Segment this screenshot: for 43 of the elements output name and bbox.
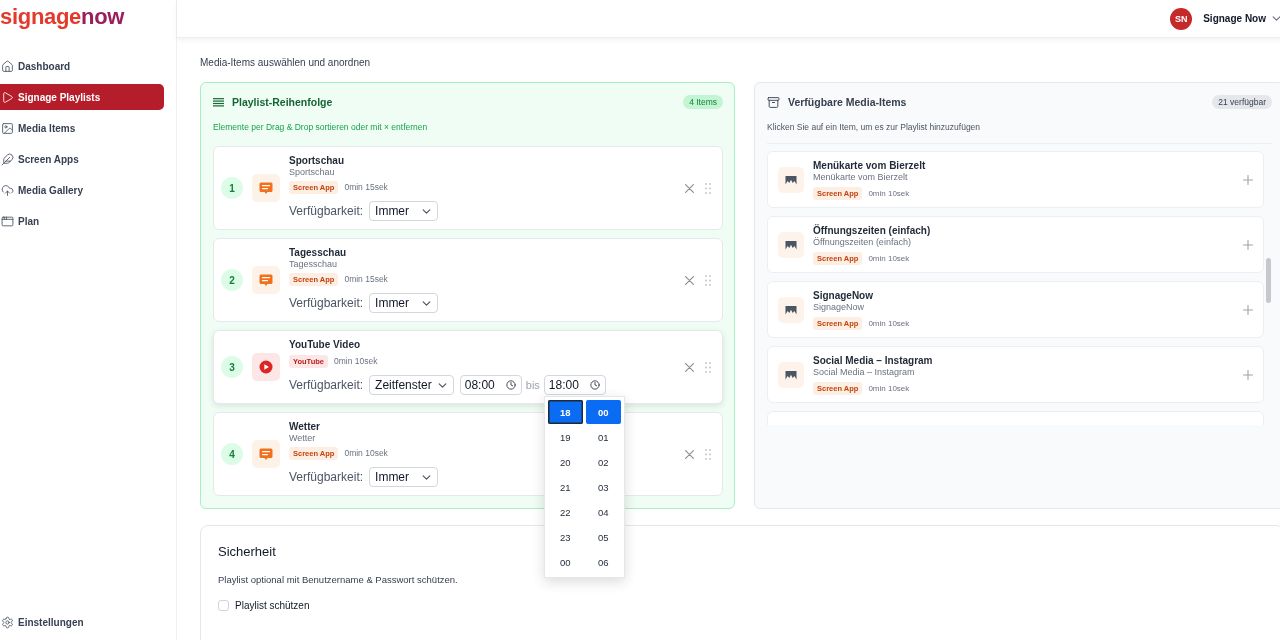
availability-label: Verfügbarkeit:: [289, 470, 364, 484]
item-title: Öffnungszeiten (einfach): [813, 224, 931, 236]
position-number: 1: [221, 177, 243, 199]
item-title: SignageNow: [813, 289, 873, 302]
panel-title: Playlist-Reihenfolge: [232, 96, 333, 108]
duration-text: 0min 10sek: [333, 356, 378, 366]
count-badge: 21 verfügbar: [1212, 95, 1272, 109]
duration-text: 0min 10sek: [868, 383, 910, 393]
checkbox-label: Playlist schützen: [235, 599, 310, 611]
panel-title: Verfügbare Media-Items: [788, 96, 907, 108]
item-title: Tagesschau: [289, 247, 347, 259]
item-title: Social Media – Instagram: [813, 354, 933, 367]
duration-text: 0min 15sek: [344, 182, 388, 192]
availability-label: Verfügbarkeit:: [289, 378, 364, 392]
item-title: YouTube Video: [289, 339, 361, 351]
item-subtitle: Tagesschau: [289, 259, 338, 270]
item-title: Sportschau: [289, 155, 344, 167]
count-badge: 4 Items: [683, 95, 723, 109]
duration-text: 0min 10sek: [868, 253, 910, 263]
position-number: 2: [221, 269, 243, 291]
item-subtitle: Menükarte vom Bierzelt: [813, 171, 908, 183]
position-number: 4: [221, 443, 243, 465]
item-subtitle: SignageNow: [813, 301, 865, 313]
item-subtitle: Sportschau: [289, 167, 335, 178]
section-title: Sicherheit: [218, 544, 276, 560]
item-title: Menükarte vom Bierzelt: [813, 159, 926, 172]
separator-text: bis: [525, 379, 540, 391]
item-subtitle: Öffnungszeiten (einfach): [813, 236, 911, 248]
section-description: Playlist optional mit Benutzername & Passwort schützen.: [218, 574, 458, 586]
duration-text: 0min 10sek: [868, 318, 910, 328]
item-subtitle: Wetter: [289, 433, 316, 444]
item-subtitle: Social Media – Instagram: [813, 366, 915, 378]
position-number: 3: [221, 356, 243, 378]
section-label: Media-Items auswählen und anordnen: [200, 57, 371, 69]
item-title: Wetter: [289, 421, 320, 433]
availability-label: Verfügbarkeit:: [289, 296, 364, 310]
panel-hint: Klicken Sie auf ein Item, um es zur Playlist hinzuzufügen: [767, 122, 981, 132]
duration-text: 0min 10sek: [344, 448, 388, 458]
availability-label: Verfügbarkeit:: [289, 204, 364, 218]
panel-hint: Elemente per Drag & Drop sortieren oder mit × entfernen: [213, 122, 428, 132]
duration-text: 0min 15sek: [344, 274, 388, 284]
logo-text: signagenow: [0, 4, 125, 30]
duration-text: 0min 10sek: [868, 188, 910, 198]
